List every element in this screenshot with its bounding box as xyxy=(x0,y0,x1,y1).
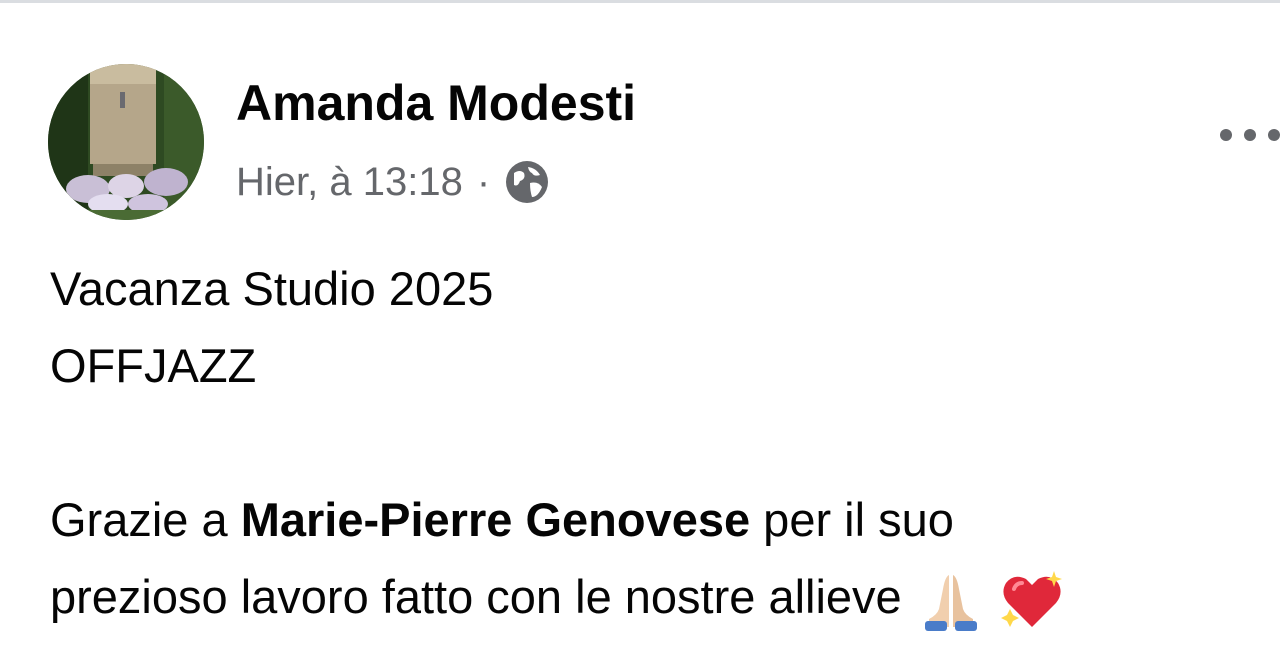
meta-separator: · xyxy=(476,159,491,204)
post-meta: Hier, à 13:18 · xyxy=(236,156,550,208)
post-line-thanks: Grazie a Marie-Pierre Genovese per il su… xyxy=(50,481,1270,558)
post-timestamp[interactable]: Hier, à 13:18 xyxy=(236,160,463,205)
folded-hands-emoji xyxy=(919,569,983,633)
sparkling-heart-emoji xyxy=(1000,569,1064,633)
author-name[interactable]: Amanda Modesti xyxy=(236,74,636,132)
post-line-body: prezioso lavoro fatto con le nostre alli… xyxy=(50,558,1270,635)
post-message: Vacanza Studio 2025 OFFJAZZ Grazie a Mar… xyxy=(50,250,1270,635)
more-options-icon xyxy=(1220,129,1280,141)
post-line-subtitle: OFFJAZZ xyxy=(50,339,257,392)
more-options-button[interactable] xyxy=(1210,110,1280,160)
mention-link[interactable]: Marie-Pierre Genovese xyxy=(241,493,750,546)
thanks-suffix: per il suo xyxy=(750,493,954,546)
post-line-title: Vacanza Studio 2025 xyxy=(50,262,494,315)
top-divider xyxy=(0,0,1280,3)
body-text: prezioso lavoro fatto con le nostre alli… xyxy=(50,570,902,623)
avatar[interactable] xyxy=(48,64,204,220)
globe-icon[interactable] xyxy=(504,159,550,205)
thanks-prefix: Grazie a xyxy=(50,493,241,546)
